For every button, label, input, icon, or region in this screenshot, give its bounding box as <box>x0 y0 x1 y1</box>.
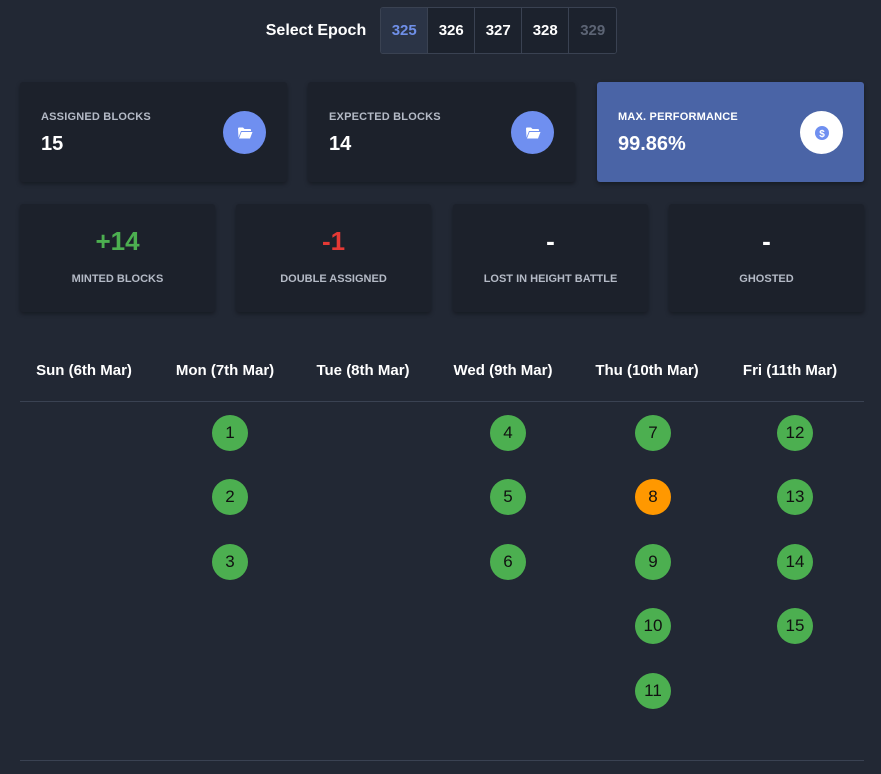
day-header-mon: Mon (7th Mar) <box>175 362 275 379</box>
epoch-button-group: 325 326 327 328 329 <box>380 7 618 54</box>
block-dot[interactable]: 12 <box>777 415 813 451</box>
expected-blocks-value: 14 <box>329 133 352 155</box>
epoch-button-329: 329 <box>569 8 617 53</box>
lost-height-battle-card: - LOST IN HEIGHT BATTLE <box>453 204 648 312</box>
expected-blocks-label: EXPECTED BLOCKS <box>329 111 441 123</box>
day-header-wed: Wed (9th Mar) <box>453 362 553 379</box>
epoch-label: Select Epoch <box>265 21 367 39</box>
ghosted-card: - GHOSTED <box>669 204 864 312</box>
block-dot[interactable]: 14 <box>777 544 813 580</box>
svg-text:$: $ <box>819 129 825 140</box>
calendar-header-divider <box>20 401 864 402</box>
assigned-blocks-card: ASSIGNED BLOCKS 15 <box>20 82 287 182</box>
double-assigned-card: -1 DOUBLE ASSIGNED <box>236 204 431 312</box>
minted-blocks-label: MINTED BLOCKS <box>71 273 164 285</box>
max-performance-card: MAX. PERFORMANCE 99.86% $ <box>597 82 864 182</box>
max-performance-value: 99.86% <box>618 133 686 155</box>
folder-open-icon <box>223 111 266 154</box>
epoch-selector: Select Epoch 325 326 327 328 329 <box>0 7 881 54</box>
minted-blocks-value: +14 <box>95 226 140 256</box>
block-dot[interactable]: 2 <box>212 479 248 515</box>
lost-height-battle-value: - <box>546 226 555 256</box>
block-dot[interactable]: 6 <box>490 544 526 580</box>
day-header-fri: Fri (11th Mar) <box>742 362 838 379</box>
block-dot[interactable]: 5 <box>490 479 526 515</box>
day-header-sun: Sun (6th Mar) <box>36 362 132 379</box>
folder-open-icon <box>511 111 554 154</box>
ghosted-value: - <box>762 226 771 256</box>
max-performance-label: MAX. PERFORMANCE <box>618 111 738 123</box>
block-dot[interactable]: 15 <box>777 608 813 644</box>
block-dot[interactable]: 4 <box>490 415 526 451</box>
validator-epoch-page: Select Epoch 325 326 327 328 329 ASSIGNE… <box>0 0 881 774</box>
double-assigned-value: -1 <box>321 226 346 256</box>
block-dot[interactable]: 11 <box>635 673 671 709</box>
block-dot[interactable]: 10 <box>635 608 671 644</box>
minted-blocks-card: +14 MINTED BLOCKS <box>20 204 215 312</box>
block-dot[interactable]: 1 <box>212 415 248 451</box>
epoch-button-328[interactable]: 328 <box>522 8 570 53</box>
block-dot[interactable]: 3 <box>212 544 248 580</box>
day-header-tue: Tue (8th Mar) <box>316 362 410 379</box>
double-assigned-label: DOUBLE ASSIGNED <box>280 273 387 285</box>
block-dot[interactable]: 13 <box>777 479 813 515</box>
assigned-blocks-label: ASSIGNED BLOCKS <box>41 111 151 123</box>
block-dot[interactable]: 9 <box>635 544 671 580</box>
calendar-header: Sun (6th Mar) Mon (7th Mar) Tue (8th Mar… <box>20 362 864 382</box>
epoch-button-326[interactable]: 326 <box>428 8 476 53</box>
block-dot-double-assigned[interactable]: 8 <box>635 479 671 515</box>
dollar-coin-icon: $ <box>800 111 843 154</box>
epoch-button-325[interactable]: 325 <box>381 8 429 53</box>
ghosted-label: GHOSTED <box>739 273 794 285</box>
block-dot[interactable]: 7 <box>635 415 671 451</box>
lost-height-battle-label: LOST IN HEIGHT BATTLE <box>483 273 618 285</box>
day-header-thu: Thu (10th Mar) <box>595 362 699 379</box>
calendar-footer-divider <box>20 760 864 761</box>
assigned-blocks-value: 15 <box>41 133 64 155</box>
expected-blocks-card: EXPECTED BLOCKS 14 <box>308 82 575 182</box>
epoch-button-327[interactable]: 327 <box>475 8 523 53</box>
